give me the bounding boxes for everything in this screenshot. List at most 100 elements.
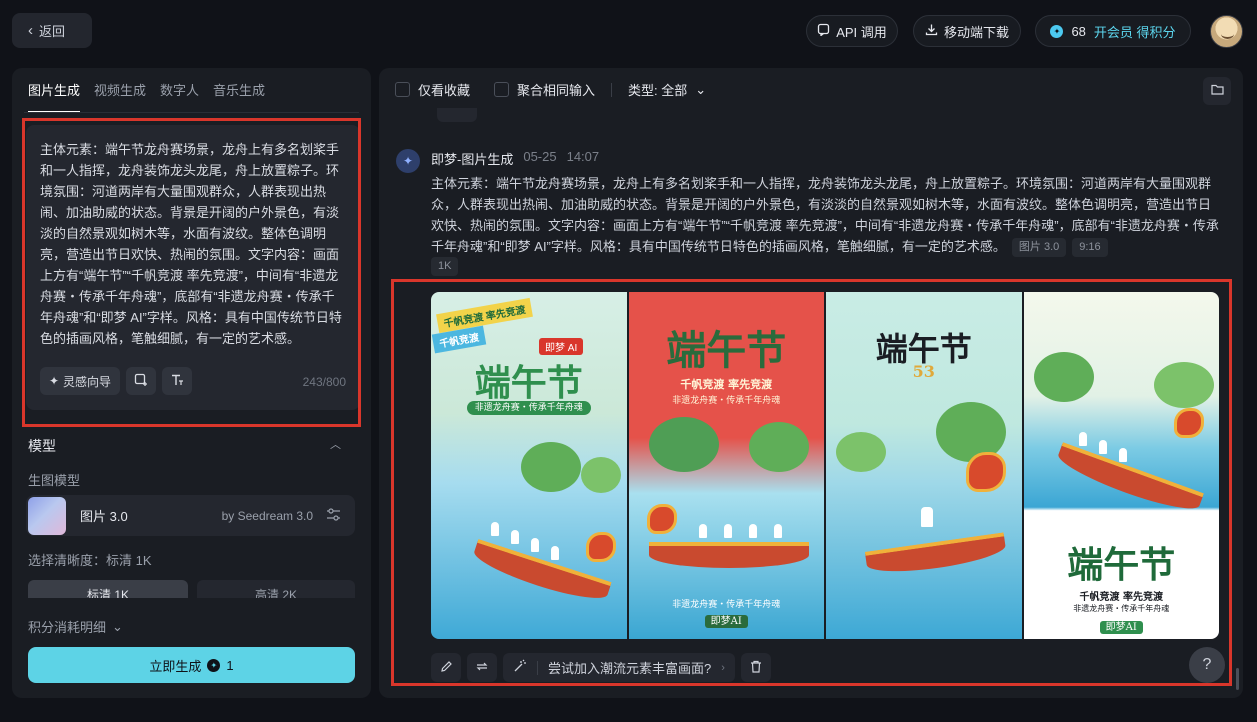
- message-date: 05-25: [523, 149, 557, 164]
- quality-hd-button[interactable]: 高清 2K: [197, 580, 355, 598]
- filter-divider: [611, 82, 613, 97]
- chevron-down-icon: ⌄: [112, 618, 123, 634]
- prompt-textarea[interactable]: 主体元素：端午节龙舟赛场景，龙舟上有多名划桨手和一人指挥，龙舟装饰龙头龙尾，舟上…: [40, 139, 344, 349]
- poster2-sub2: 非遗龙舟赛・传承千年舟魂: [672, 396, 781, 406]
- folder-button[interactable]: [1203, 77, 1231, 105]
- chevron-down-icon: ⌄: [695, 81, 707, 97]
- dreamina-logo-icon: ✦: [396, 149, 420, 173]
- tab-image-generation[interactable]: 图片生成: [28, 80, 81, 113]
- user-avatar[interactable]: [1210, 15, 1243, 48]
- poster1-logo: 即梦 AI: [539, 338, 584, 355]
- edit-button[interactable]: [431, 653, 461, 682]
- merge-filter-label[interactable]: 聚合相同输入: [517, 80, 595, 99]
- resolution-label: 选择清晰度：标清 1K: [28, 553, 152, 568]
- rower: [491, 522, 499, 536]
- mobile-download-button[interactable]: 移动端下载: [913, 15, 1021, 47]
- dragon-boat: [864, 532, 1008, 578]
- generate-button[interactable]: 立即生成 ✦ 1: [28, 647, 355, 683]
- text-style-button[interactable]: [162, 367, 192, 395]
- filter-bar: 仅看收藏 聚合相同输入 类型: 全部 ⌄: [395, 80, 706, 99]
- dragon-head: [586, 532, 616, 562]
- pencil-icon: [440, 660, 453, 676]
- download-label: 移动端下载: [943, 24, 1009, 40]
- tree-decoration: [836, 432, 886, 472]
- quality-standard-button[interactable]: 标清 1K: [28, 580, 188, 598]
- ratio-chip: 9:16: [1072, 238, 1108, 258]
- tree-decoration: [521, 442, 581, 492]
- tab-video-generation[interactable]: 视频生成: [94, 80, 146, 113]
- regenerate-button[interactable]: [467, 653, 497, 682]
- poster2-title: 端午节: [666, 327, 787, 374]
- suggestion-button[interactable]: 尝试加入潮流元素丰富画面? ›: [503, 653, 735, 682]
- tree-decoration: [748, 422, 809, 472]
- rower: [1118, 448, 1127, 462]
- inspiration-guide-button[interactable]: ✦ 灵感向导: [40, 367, 120, 395]
- rower: [748, 524, 757, 538]
- membership-button[interactable]: ✦ 68 开会员 得积分: [1035, 15, 1191, 47]
- tree-decoration: [648, 417, 719, 472]
- help-button[interactable]: ?: [1189, 647, 1225, 683]
- download-icon: [925, 23, 938, 39]
- tree-decoration: [1153, 362, 1214, 408]
- member-label: 开会员 得积分: [1093, 24, 1176, 40]
- inspiration-label: 灵感向导: [63, 374, 112, 389]
- add-image-button[interactable]: [126, 367, 156, 395]
- results-panel: 仅看收藏 聚合相同输入 类型: 全部 ⌄ ✦ 即梦-图片生成 05-25 14:…: [379, 68, 1243, 698]
- poster2-logo: 即梦AI: [704, 615, 748, 628]
- rower: [1078, 432, 1087, 446]
- settings-sliders-icon[interactable]: [326, 507, 341, 524]
- model-section-title: 模型: [28, 438, 56, 454]
- credit-detail-toggle[interactable]: 积分消耗明细 ⌄: [28, 617, 123, 636]
- generated-image-3[interactable]: 端午节 53: [826, 292, 1022, 639]
- dragon-head: [966, 452, 1006, 492]
- back-button[interactable]: ‹ 返回: [12, 13, 92, 48]
- poster4-title: 端午节: [1067, 544, 1176, 586]
- credit-coin-icon: ✦: [207, 658, 221, 672]
- magic-wand-icon: [513, 659, 527, 676]
- collapse-chevron-icon[interactable]: ︿: [330, 436, 341, 452]
- delete-button[interactable]: [740, 653, 771, 682]
- model-thumbnail: [28, 496, 66, 535]
- mode-tabs: 图片生成 视频生成 数字人 音乐生成: [28, 80, 265, 113]
- model-chip: 图片 3.0: [1011, 238, 1067, 258]
- char-count: 243/800: [302, 375, 346, 389]
- generated-image-2[interactable]: 端午节 千帆竞渡 率先竞渡 非遗龙舟赛・传承千年舟魂 非遗龙舟赛・传承千年舟魂 …: [628, 292, 824, 639]
- api-button[interactable]: API 调用: [806, 15, 898, 47]
- trash-icon: [750, 660, 762, 676]
- folder-icon: [1210, 84, 1224, 98]
- tab-music-generation[interactable]: 音乐生成: [213, 80, 265, 113]
- rower: [531, 538, 539, 552]
- favorites-filter-label[interactable]: 仅看收藏: [418, 80, 470, 99]
- poster3-number: 53: [912, 362, 935, 381]
- tabs-divider: [24, 112, 359, 113]
- suggestion-label: 尝试加入潮流元素丰富画面?: [548, 661, 712, 676]
- favorites-checkbox[interactable]: [395, 82, 410, 97]
- sparkle-icon: ✦: [48, 374, 60, 388]
- chevron-right-icon: ›: [721, 661, 725, 674]
- back-label: 返回: [39, 24, 66, 39]
- prompt-box[interactable]: 主体元素：端午节龙舟赛场景，龙舟上有多名划桨手和一人指挥，龙舟装饰龙头龙尾，舟上…: [26, 125, 360, 410]
- poster2-sub1: 千帆竞渡 率先竞渡: [680, 378, 773, 391]
- message-header: 即梦-图片生成 05-25 14:07: [431, 149, 599, 168]
- resolution-chip: 1K: [431, 257, 459, 276]
- type-filter-dropdown[interactable]: 类型: 全部: [628, 80, 687, 99]
- tree-decoration: [1033, 352, 1094, 402]
- poster1-banner: 千帆竞渡 率先竞渡: [436, 297, 533, 334]
- dragon-boat: [648, 542, 809, 568]
- scrollbar-thumb[interactable]: [1236, 668, 1239, 690]
- api-icon: [817, 23, 830, 39]
- credit-count: 68: [1071, 23, 1086, 39]
- chip-row: 1K: [431, 257, 459, 276]
- poster4-sub2: 非遗龙舟赛・传承千年舟魂: [1073, 604, 1170, 613]
- tab-digital-human[interactable]: 数字人: [160, 80, 199, 113]
- model-by: by Seedream 3.0: [221, 508, 313, 523]
- previous-toolbar-edge: [437, 108, 477, 122]
- chevron-left-icon: ‹: [28, 22, 33, 39]
- poster2-footer: 非遗龙舟赛・传承千年舟魂: [672, 600, 781, 610]
- generated-image-4[interactable]: 端午节 千帆竞渡 率先竞渡 非遗龙舟赛・传承千年舟魂 即梦AI: [1023, 292, 1219, 639]
- image-gallery: 千帆竞渡 率先竞渡 千帆竞渡 即梦 AI 端午节 非遗龙舟赛・传承千年舟魂 端午…: [431, 292, 1219, 639]
- model-selector[interactable]: 图片 3.0 by Seedream 3.0: [26, 495, 355, 536]
- prompt-tools: ✦ 灵感向导: [40, 367, 192, 395]
- generated-image-1[interactable]: 千帆竞渡 率先竞渡 千帆竞渡 即梦 AI 端午节 非遗龙舟赛・传承千年舟魂: [431, 292, 627, 639]
- merge-checkbox[interactable]: [494, 82, 510, 97]
